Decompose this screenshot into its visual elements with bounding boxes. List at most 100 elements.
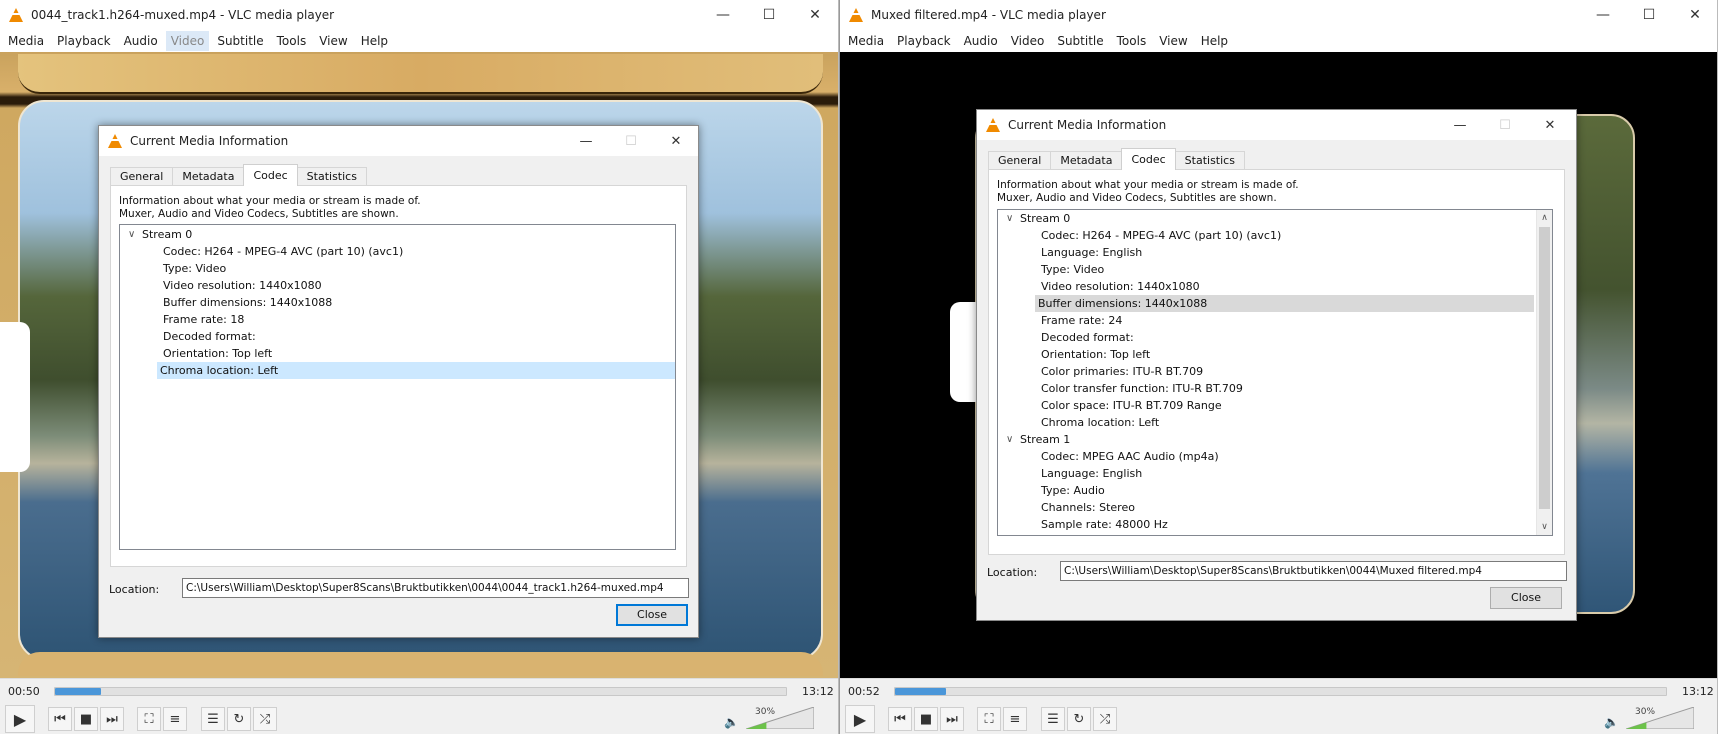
- tree-item[interactable]: Decoded format:: [120, 328, 675, 345]
- volume-slider[interactable]: [1626, 707, 1694, 729]
- tree-item[interactable]: Color space: ITU-R BT.709 Range: [998, 397, 1552, 414]
- tree-item[interactable]: Type: Audio: [998, 482, 1552, 499]
- menu-subtitle[interactable]: Subtitle: [1052, 31, 1108, 51]
- scroll-up-icon[interactable]: ∧: [1537, 210, 1552, 226]
- menu-video[interactable]: Video: [1006, 31, 1050, 51]
- tree-item[interactable]: Video resolution: 1440x1080: [998, 278, 1552, 295]
- tree-item[interactable]: Video resolution: 1440x1080: [120, 277, 675, 294]
- stream-1-node[interactable]: Stream 1: [998, 431, 1552, 448]
- scroll-down-icon[interactable]: ∨: [1537, 519, 1552, 535]
- tab-codec[interactable]: Codec: [1121, 148, 1176, 170]
- maximize-icon[interactable]: ☐: [746, 0, 792, 30]
- tree-item[interactable]: Color primaries: ITU-R BT.709: [998, 363, 1552, 380]
- menu-playback[interactable]: Playback: [892, 31, 956, 51]
- speaker-icon[interactable]: 🔈: [724, 715, 739, 729]
- loop-icon[interactable]: ↻: [227, 707, 251, 731]
- film-frame-top: [18, 54, 823, 94]
- minimize-icon[interactable]: —: [1440, 110, 1480, 140]
- tree-item[interactable]: Orientation: Top left: [120, 345, 675, 362]
- close-icon[interactable]: ✕: [1530, 110, 1570, 140]
- tree-item-selected[interactable]: Buffer dimensions: 1440x1088: [998, 295, 1552, 312]
- close-icon[interactable]: ✕: [1672, 0, 1717, 30]
- minimize-icon[interactable]: —: [566, 126, 606, 156]
- tab-metadata[interactable]: Metadata: [172, 167, 245, 186]
- extended-settings-icon[interactable]: ≡: [163, 707, 187, 731]
- minimize-icon[interactable]: —: [1580, 0, 1626, 30]
- menu-help[interactable]: Help: [356, 31, 393, 51]
- tab-codec[interactable]: Codec: [243, 164, 298, 186]
- loop-icon[interactable]: ↻: [1067, 707, 1091, 731]
- codec-tree[interactable]: Stream 0 Codec: H264 - MPEG-4 AVC (part …: [119, 224, 676, 550]
- window-title: Muxed filtered.mp4 - VLC media player: [871, 8, 1106, 22]
- menu-view[interactable]: View: [314, 31, 352, 51]
- shuffle-icon[interactable]: ⤮: [253, 707, 277, 731]
- menu-audio[interactable]: Audio: [119, 31, 163, 51]
- tab-metadata[interactable]: Metadata: [1050, 151, 1123, 170]
- tree-item[interactable]: Language: English: [998, 465, 1552, 482]
- tree-item[interactable]: Sample rate: 48000 Hz: [998, 516, 1552, 533]
- menu-help[interactable]: Help: [1196, 31, 1233, 51]
- tree-item[interactable]: Type: Video: [998, 261, 1552, 278]
- play-icon[interactable]: ▶: [845, 705, 875, 733]
- menu-tools[interactable]: Tools: [1112, 31, 1152, 51]
- tree-item[interactable]: Codec: H264 - MPEG-4 AVC (part 10) (avc1…: [120, 243, 675, 260]
- shuffle-icon[interactable]: ⤮: [1093, 707, 1117, 731]
- scrollbar-thumb[interactable]: [1539, 227, 1550, 509]
- location-field[interactable]: C:\Users\William\Desktop\Super8Scans\Bru…: [1060, 561, 1567, 581]
- tree-item[interactable]: Codec: MPEG AAC Audio (mp4a): [998, 448, 1552, 465]
- fullscreen-icon[interactable]: ⛶: [137, 707, 161, 731]
- tree-item[interactable]: Decoded format:: [998, 329, 1552, 346]
- seek-bar[interactable]: [894, 687, 1667, 696]
- fullscreen-icon[interactable]: ⛶: [977, 707, 1001, 731]
- tree-item[interactable]: Channels: Stereo: [998, 499, 1552, 516]
- menu-video[interactable]: Video: [165, 31, 210, 51]
- close-icon[interactable]: ✕: [792, 0, 838, 30]
- tab-general[interactable]: General: [988, 151, 1052, 170]
- location-field[interactable]: C:\Users\William\Desktop\Super8Scans\Bru…: [182, 578, 689, 598]
- stream-0-node[interactable]: Stream 0: [998, 210, 1552, 227]
- tab-statistics[interactable]: Statistics: [1174, 151, 1245, 170]
- menu-audio[interactable]: Audio: [959, 31, 1003, 51]
- next-icon[interactable]: ⏭: [100, 707, 124, 731]
- menu-media[interactable]: Media: [3, 31, 49, 51]
- playlist-icon[interactable]: ☰: [201, 707, 225, 731]
- stream-0-node[interactable]: Stream 0: [120, 226, 675, 243]
- tree-item[interactable]: Type: Video: [120, 260, 675, 277]
- menu-playback[interactable]: Playback: [52, 31, 116, 51]
- tree-item[interactable]: Buffer dimensions: 1440x1088: [120, 294, 675, 311]
- previous-icon[interactable]: ⏮: [48, 707, 72, 731]
- tree-item[interactable]: Frame rate: 18: [120, 311, 675, 328]
- next-icon[interactable]: ⏭: [940, 707, 964, 731]
- tree-scrollbar[interactable]: ∧ ∨: [1536, 210, 1552, 535]
- previous-icon[interactable]: ⏮: [888, 707, 912, 731]
- stop-icon[interactable]: ■: [74, 707, 98, 731]
- maximize-icon[interactable]: ☐: [1626, 0, 1672, 30]
- tab-statistics[interactable]: Statistics: [296, 167, 367, 186]
- codec-tree[interactable]: Stream 0 Codec: H264 - MPEG-4 AVC (part …: [997, 209, 1553, 536]
- close-button[interactable]: Close: [616, 604, 688, 626]
- menu-tools[interactable]: Tools: [272, 31, 312, 51]
- stop-icon[interactable]: ■: [914, 707, 938, 731]
- info-line-2: Muxer, Audio and Video Codecs, Subtitles…: [997, 192, 1277, 204]
- seek-bar[interactable]: [54, 687, 787, 696]
- menu-media[interactable]: Media: [843, 31, 889, 51]
- tree-item[interactable]: Color transfer function: ITU-R BT.709: [998, 380, 1552, 397]
- playlist-icon[interactable]: ☰: [1041, 707, 1065, 731]
- speaker-icon[interactable]: 🔈: [1604, 715, 1619, 729]
- close-icon[interactable]: ✕: [656, 126, 696, 156]
- menu-view[interactable]: View: [1154, 31, 1192, 51]
- volume-slider[interactable]: [746, 707, 814, 729]
- menu-subtitle[interactable]: Subtitle: [212, 31, 268, 51]
- play-icon[interactable]: ▶: [5, 705, 35, 733]
- close-button[interactable]: Close: [1490, 587, 1562, 609]
- extended-settings-icon[interactable]: ≡: [1003, 707, 1027, 731]
- tree-item[interactable]: Language: English: [998, 244, 1552, 261]
- tree-item[interactable]: Codec: H264 - MPEG-4 AVC (part 10) (avc1…: [998, 227, 1552, 244]
- tab-general[interactable]: General: [110, 167, 174, 186]
- minimize-icon[interactable]: —: [700, 0, 746, 30]
- tree-item[interactable]: Frame rate: 24: [998, 312, 1552, 329]
- tree-item[interactable]: Orientation: Top left: [998, 346, 1552, 363]
- playback-controls: 00:52 13:12 ▶ ⏮ ■ ⏭ ⛶ ≡ ☰ ↻ ⤮ 🔈 30%: [840, 678, 1717, 734]
- tree-item[interactable]: Chroma location: Left: [998, 414, 1552, 431]
- tree-item-selected[interactable]: Chroma location: Left: [120, 362, 675, 379]
